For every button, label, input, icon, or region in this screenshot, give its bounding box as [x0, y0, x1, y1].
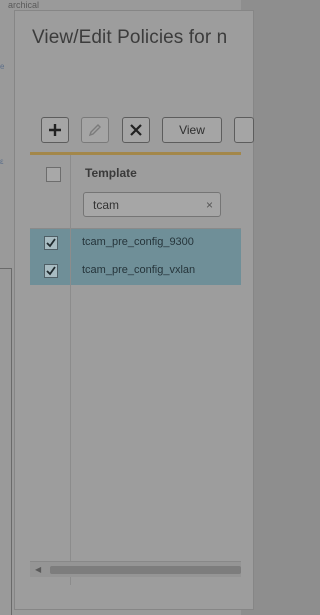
- check-icon: [46, 238, 56, 248]
- background-fragment: ε: [0, 157, 4, 166]
- add-button[interactable]: [41, 117, 69, 143]
- edit-button[interactable]: [81, 117, 109, 143]
- scrollbar-thumb[interactable]: [50, 566, 241, 574]
- view-button[interactable]: View: [162, 117, 222, 143]
- select-all-checkbox[interactable]: [46, 167, 61, 182]
- template-name: tcam_pre_config_9300: [82, 236, 194, 248]
- table-body-empty: [30, 285, 241, 561]
- table-row[interactable]: tcam_pre_config_9300: [30, 229, 241, 257]
- template-name: tcam_pre_config_vxlan: [82, 264, 196, 276]
- plus-icon: [48, 123, 62, 137]
- modal-title: View/Edit Policies for n: [32, 27, 228, 48]
- filter-value: tcam: [93, 198, 120, 212]
- table-row[interactable]: tcam_pre_config_vxlan: [30, 257, 241, 285]
- row-checkbox[interactable]: [44, 236, 58, 250]
- background-panel: [0, 268, 12, 615]
- toolbar-button-partial[interactable]: [234, 117, 254, 143]
- check-icon: [46, 266, 56, 276]
- template-column-header[interactable]: Template: [85, 166, 137, 180]
- background-fragment: e: [0, 62, 5, 71]
- column-divider: [70, 155, 71, 585]
- pencil-icon: [88, 123, 102, 137]
- delete-button[interactable]: [122, 117, 150, 143]
- row-checkbox[interactable]: [44, 264, 58, 278]
- template-filter-input[interactable]: tcam ×: [83, 192, 221, 217]
- close-icon: [129, 123, 143, 137]
- clear-filter-icon[interactable]: ×: [206, 198, 213, 212]
- horizontal-scrollbar[interactable]: ◀: [30, 561, 241, 577]
- scroll-left-icon[interactable]: ◀: [35, 565, 41, 574]
